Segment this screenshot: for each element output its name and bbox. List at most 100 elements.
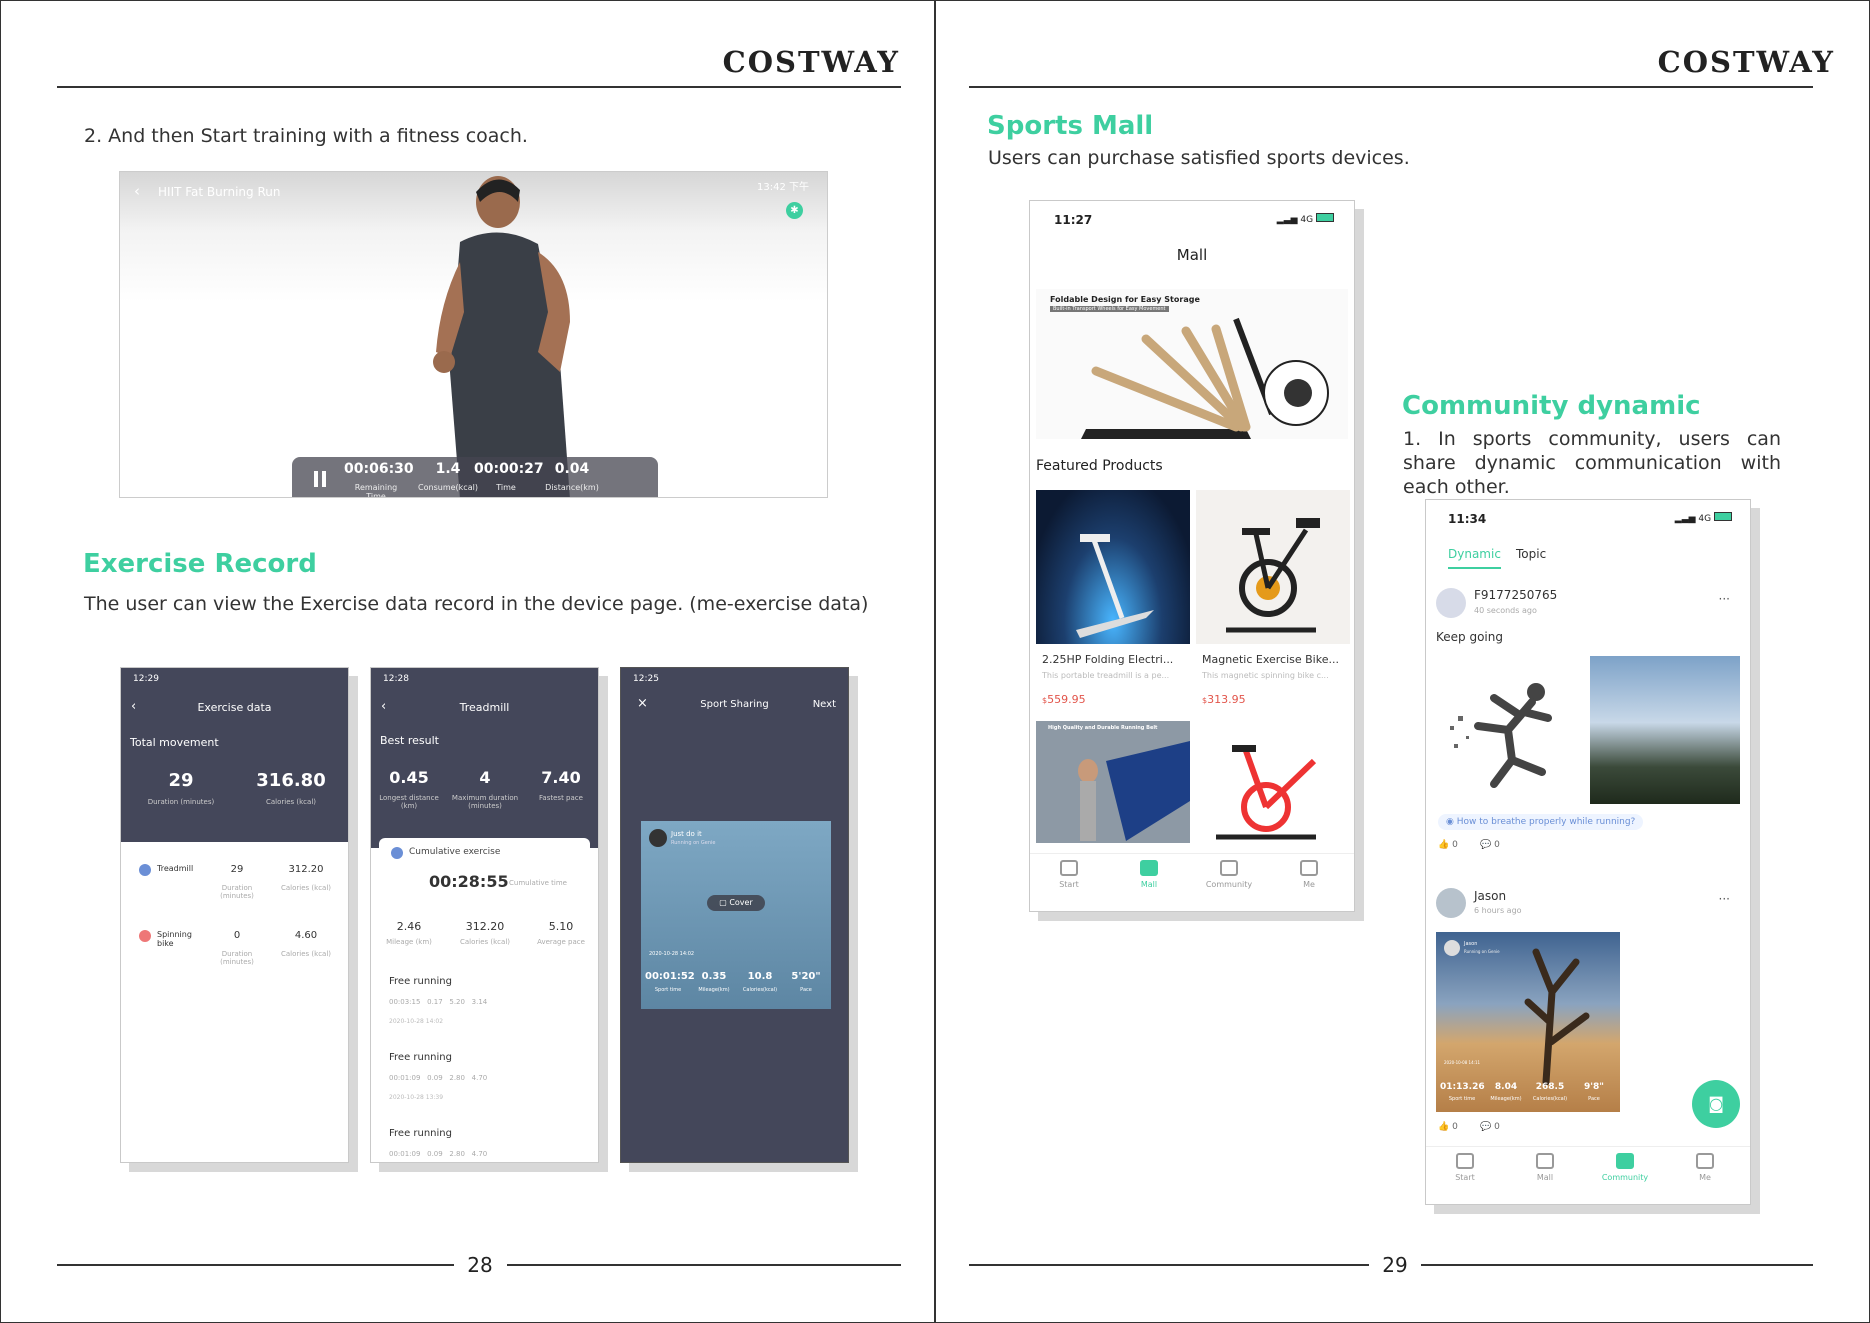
share-stat-label: Mileage(km) bbox=[698, 987, 730, 993]
video-stat-label: Remaining Time bbox=[354, 483, 398, 498]
back-icon[interactable]: ‹ bbox=[134, 182, 140, 200]
product-price: $559.95 bbox=[1042, 693, 1086, 706]
video-screenshot: ‹ HIIT Fat Burning Run 13:42 下午 ✱ 00:06:… bbox=[119, 171, 828, 498]
card-stat-value: 8.04 bbox=[1494, 1082, 1518, 1092]
run-label[interactable]: Free running bbox=[389, 1128, 452, 1139]
comment-button[interactable]: 💬 0 bbox=[1480, 840, 1500, 850]
row-name[interactable]: Treadmill bbox=[157, 864, 205, 873]
like-button[interactable]: 👍 0 bbox=[1438, 840, 1458, 850]
tab-label: Me bbox=[1303, 880, 1315, 889]
tab-me[interactable]: Me bbox=[1680, 1153, 1730, 1182]
tab-start[interactable]: Start bbox=[1440, 1153, 1490, 1182]
post-time: 40 seconds ago bbox=[1474, 606, 1537, 615]
total-label: Total movement bbox=[130, 736, 219, 749]
tab-topic[interactable]: Topic bbox=[1516, 547, 1546, 561]
topic-text: How to breathe properly while running? bbox=[1456, 817, 1636, 827]
community-icon bbox=[1616, 1153, 1634, 1169]
tab-bar: Start Mall Community Me bbox=[1426, 1146, 1750, 1204]
battery-icon bbox=[1714, 512, 1732, 521]
tab-mall[interactable]: Mall bbox=[1520, 1153, 1570, 1182]
cumulative-icon bbox=[391, 847, 403, 859]
more-icon[interactable]: ··· bbox=[1719, 892, 1730, 906]
avatar[interactable] bbox=[1436, 588, 1466, 618]
tab-mall[interactable]: Mall bbox=[1124, 860, 1174, 889]
share-user: Just do it bbox=[671, 830, 702, 838]
share-stat-label: Pace bbox=[800, 987, 812, 993]
cover-button[interactable]: ▢ Cover bbox=[707, 895, 765, 911]
product-image-belt: High Quality and Durable Running Belt bbox=[1036, 721, 1190, 843]
share-stat-label: Sport time bbox=[654, 987, 682, 993]
row-name[interactable]: Spinning bike bbox=[157, 930, 205, 948]
like-button[interactable]: 👍 0 bbox=[1438, 1122, 1458, 1132]
card-stat-value: 268.5 bbox=[1535, 1082, 1565, 1092]
footer-rule-right bbox=[507, 1264, 901, 1266]
treadmill-header: 12:28 ‹ Treadmill Best result 0.45 Longe… bbox=[371, 668, 598, 848]
treadmill-screen: 12:28 ‹ Treadmill Best result 0.45 Longe… bbox=[370, 667, 599, 1163]
status-time: 11:34 bbox=[1448, 512, 1487, 526]
camera-icon[interactable]: ◙ bbox=[1692, 1080, 1740, 1128]
tab-start[interactable]: Start bbox=[1044, 860, 1094, 889]
tab-me[interactable]: Me bbox=[1284, 860, 1334, 889]
battery-icon bbox=[1316, 213, 1334, 222]
card-user: Jason bbox=[1464, 941, 1478, 947]
featured-label: Featured Products bbox=[1036, 458, 1163, 474]
calories-label: Calories (kcal) bbox=[459, 938, 510, 946]
section-text-exercise: The user can view the Exercise data reco… bbox=[84, 593, 869, 615]
calories-value: 312.20 bbox=[465, 920, 505, 933]
cumulative-card: Cumulative exercise 00:28:55 Cumulative … bbox=[379, 838, 590, 928]
run-label[interactable]: Free running bbox=[389, 976, 452, 987]
share-sub: Running on Genie bbox=[671, 840, 716, 846]
folding-treadmill-image bbox=[1081, 317, 1329, 439]
topic-tag[interactable]: ◉ How to breathe properly while running? bbox=[1438, 814, 1644, 830]
product-image-treadmill bbox=[1036, 490, 1190, 644]
product-desc: This portable treadmill is a pe... bbox=[1042, 671, 1170, 680]
header-rule bbox=[57, 86, 901, 88]
section-title-exercise: Exercise Record bbox=[83, 549, 317, 579]
next-button[interactable]: Next bbox=[813, 699, 836, 710]
video-clock: 13:42 下午 bbox=[757, 182, 809, 193]
section-text-community: 1. In sports community, users can share … bbox=[1403, 428, 1781, 498]
share-stat-value: 10.8 bbox=[747, 971, 773, 982]
page-number: 29 bbox=[1382, 1253, 1408, 1277]
more-icon[interactable]: ··· bbox=[1719, 592, 1730, 606]
pause-icon[interactable] bbox=[314, 471, 326, 487]
row-duration-label: Duration (minutes) bbox=[220, 950, 254, 966]
card-stat-label: Calories(kcal) bbox=[1532, 1096, 1568, 1102]
run-date: 2020-10-28 14:02 bbox=[389, 1018, 444, 1025]
tab-dynamic[interactable]: Dynamic bbox=[1448, 547, 1501, 569]
post-user[interactable]: Jason bbox=[1474, 889, 1506, 903]
video-stat-value: 00:00:27 bbox=[474, 461, 544, 477]
comment-button[interactable]: 💬 0 bbox=[1480, 1122, 1500, 1132]
cumulative-time-label: Cumulative time bbox=[509, 879, 567, 887]
running-belt-image bbox=[1078, 741, 1190, 841]
bluetooth-icon[interactable]: ✱ bbox=[786, 202, 803, 219]
brand-logo: COSTWAY bbox=[722, 45, 900, 79]
best-distance: 0.45 bbox=[389, 768, 429, 787]
tab-label: Community bbox=[1205, 880, 1253, 889]
row-calories: 4.60 bbox=[294, 930, 318, 941]
video-stat-label: Distance(km) bbox=[545, 483, 599, 492]
product-name[interactable]: Magnetic Exercise Bike... bbox=[1202, 653, 1339, 666]
avatar[interactable] bbox=[1436, 888, 1466, 918]
community-icon bbox=[1220, 860, 1238, 876]
card-date: 2020-10-08 14:11 bbox=[1444, 1060, 1481, 1065]
person-icon bbox=[1696, 1153, 1714, 1169]
page-number: 28 bbox=[467, 1253, 493, 1277]
post-user[interactable]: F9177250765 bbox=[1474, 588, 1557, 602]
page-29: COSTWAY Sports Mall Users can purchase s… bbox=[935, 0, 1870, 1323]
tab-label: Start bbox=[1455, 1173, 1475, 1182]
video-stat-label: Consume(kcal) bbox=[418, 483, 478, 492]
exercise-bike-image bbox=[1226, 518, 1320, 633]
product-name[interactable]: 2.25HP Folding Electri... bbox=[1042, 653, 1173, 666]
tab-community[interactable]: Community bbox=[1600, 1153, 1650, 1182]
treadmill-image bbox=[1076, 534, 1154, 638]
tab-community[interactable]: Community bbox=[1204, 860, 1254, 889]
step-text: 2. And then Start training with a fitnes… bbox=[84, 125, 528, 147]
price-value: 559.95 bbox=[1047, 693, 1086, 706]
start-icon bbox=[1456, 1153, 1474, 1169]
run-label[interactable]: Free running bbox=[389, 1052, 452, 1063]
like-count: 0 bbox=[1452, 1122, 1458, 1132]
share-stat-value: 0.35 bbox=[701, 971, 727, 982]
network-label: 4G bbox=[1300, 215, 1314, 225]
row-duration-label: Duration (minutes) bbox=[220, 884, 254, 900]
